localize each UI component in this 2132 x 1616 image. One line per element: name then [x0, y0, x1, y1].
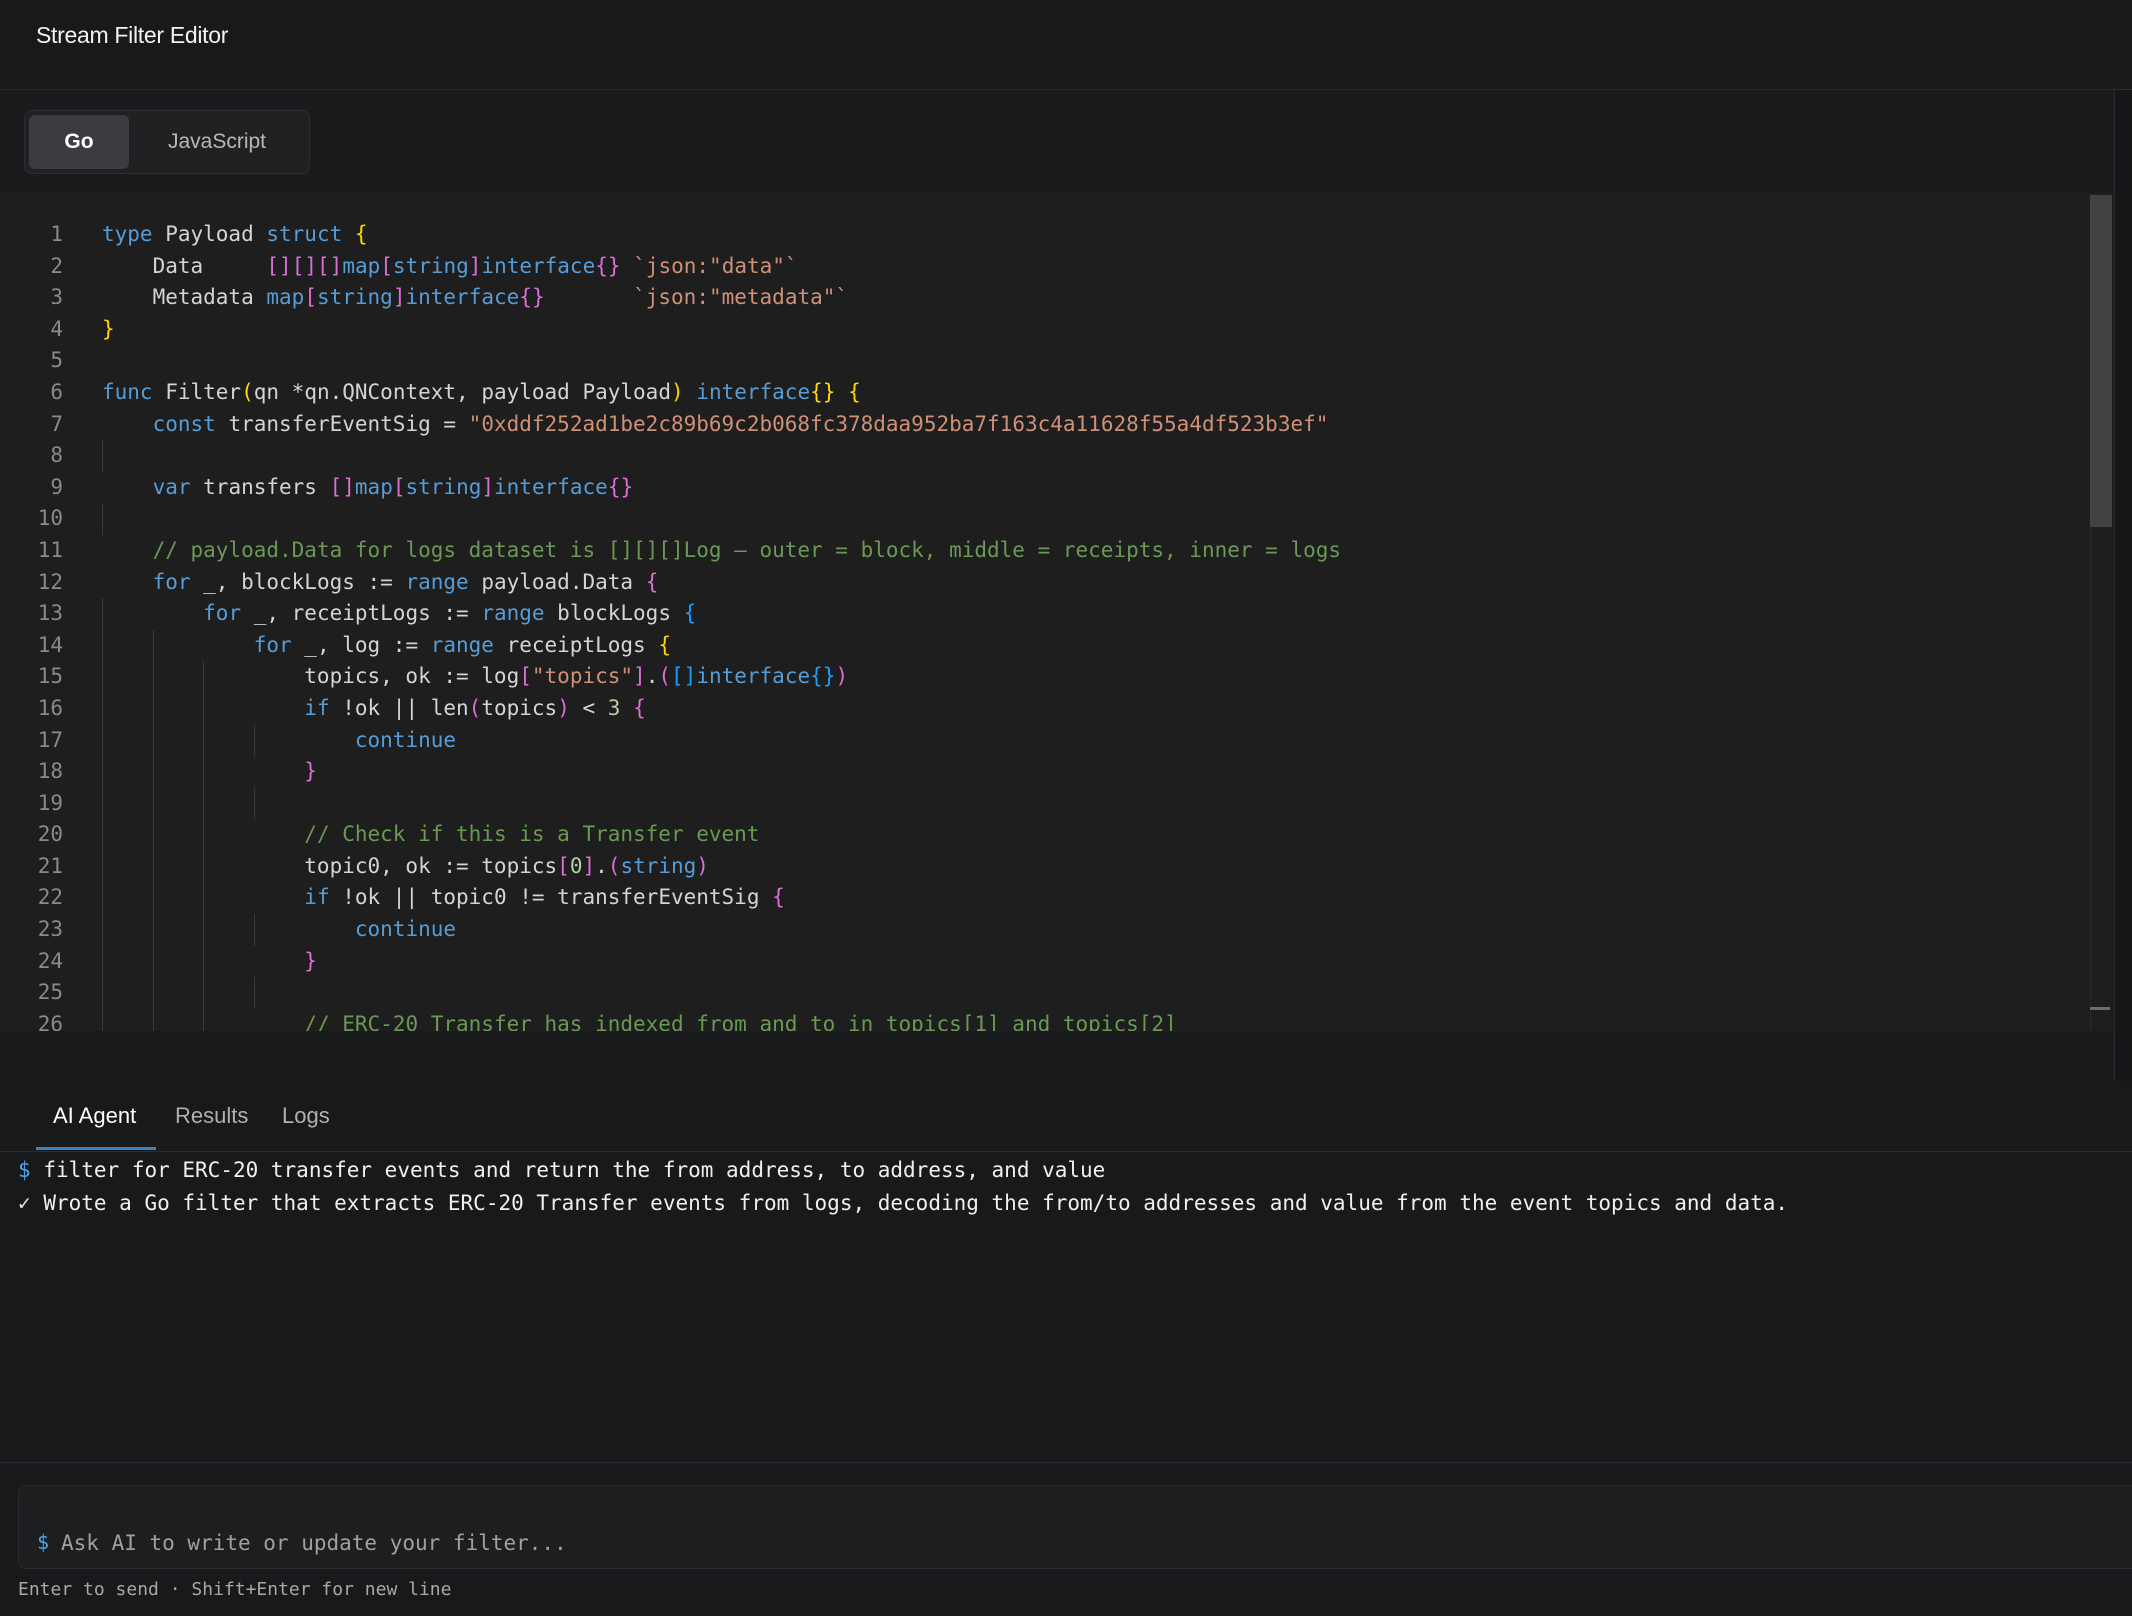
bottom-panel-tabs: AI Agent Results Logs: [0, 1081, 2132, 1152]
code-text: for _, blockLogs := range payload.Data {: [152, 569, 659, 594]
ai-input-box[interactable]: $: [18, 1485, 2132, 1569]
code-text: const transferEventSig = "0xddf252ad1be2…: [152, 411, 1329, 436]
code-text: if !ok || len(topics) < 3 {: [304, 695, 646, 720]
code-text: // payload.Data for logs dataset is [][]…: [152, 537, 1342, 562]
code-text: func Filter(qn *qn.QNContext, payload Pa…: [102, 379, 861, 404]
line-number: 24: [37, 948, 63, 973]
code-text: // Check if this is a Transfer event: [304, 822, 760, 847]
line-number: 20: [37, 822, 63, 847]
code-text: for _, log := range receiptLogs {: [253, 632, 671, 657]
code-text: continue: [354, 917, 457, 942]
app-title: Stream Filter Editor: [36, 22, 229, 48]
line-number: 10: [37, 506, 63, 531]
line-number: 3: [50, 285, 63, 310]
editor-footer-gap: [0, 1031, 2114, 1081]
code-text: Metadata map[string]interface{} `json:"m…: [102, 285, 849, 310]
line-number: 11: [37, 537, 63, 562]
line-number: 23: [37, 917, 63, 942]
line-number: 12: [37, 569, 63, 594]
ai-prompt-input[interactable]: [59, 1524, 2103, 1562]
line-number: 8: [50, 443, 63, 468]
editor-scrollbar-marker: [2090, 1007, 2110, 1010]
tab-logs[interactable]: Logs: [282, 1103, 330, 1129]
tab-results[interactable]: Results: [175, 1103, 248, 1129]
indent-guide: [102, 440, 103, 472]
indent-guide: [102, 503, 103, 535]
indent-guide: [253, 977, 255, 1009]
line-number: 4: [50, 316, 63, 341]
code-text: topic0, ok := topics[0].(string): [102, 853, 709, 878]
line-number: 17: [37, 727, 63, 752]
indent-guide: [203, 787, 205, 820]
code-text: topics, ok := log["topics"].([]interface…: [102, 664, 849, 689]
line-number: 22: [37, 885, 63, 910]
indent-guide: [102, 977, 103, 1009]
active-tab-underline: [36, 1147, 156, 1150]
line-number: 2: [50, 253, 63, 278]
code-text: if !ok || topic0 != transferEventSig {: [304, 885, 785, 910]
language-toggle: Go JavaScript: [24, 110, 310, 174]
input-prompt-symbol: $: [37, 1530, 50, 1554]
language-bar: Go JavaScript: [0, 90, 2114, 193]
line-number: 15: [37, 664, 63, 689]
line-number: 19: [37, 790, 63, 815]
terminal-response-line: ✓ Wrote a Go filter that extracts ERC-20…: [18, 1191, 1788, 1215]
code-text: }: [102, 316, 115, 341]
indent-guide: [253, 787, 255, 820]
line-number: 5: [50, 348, 63, 373]
user-command: filter for ERC-20 transfer events and re…: [43, 1158, 1106, 1182]
terminal-command-line: $ filter for ERC-20 transfer events and …: [18, 1158, 1105, 1182]
code-text: var transfers []map[string]interface{}: [152, 474, 634, 499]
line-number: 18: [37, 759, 63, 784]
line-number: 21: [37, 853, 63, 878]
indent-guide: [102, 787, 103, 820]
line-number: 26: [37, 1011, 63, 1031]
code-editor[interactable]: 1 type Payload struct { 2 Data [][][]map[s…: [0, 193, 2114, 1031]
language-javascript-button[interactable]: JavaScript: [137, 115, 297, 169]
agent-response: Wrote a Go filter that extracts ERC-20 T…: [43, 1191, 1789, 1215]
agent-terminal: $ filter for ERC-20 transfer events and …: [0, 1152, 2132, 1462]
indent-guide: [203, 977, 205, 1009]
code-text: for _, receiptLogs := range blockLogs {: [203, 601, 697, 626]
tab-ai-agent[interactable]: AI Agent: [53, 1103, 136, 1129]
line-number: 25: [37, 980, 63, 1005]
line-number: 9: [50, 474, 63, 499]
prompt-symbol: $: [18, 1158, 31, 1182]
indent-guide: [152, 787, 154, 820]
code-text: type Payload struct {: [102, 222, 368, 246]
language-go-button[interactable]: Go: [29, 115, 129, 169]
line-number: 1: [50, 222, 63, 246]
indent-guide: [152, 977, 154, 1009]
code-text: Data [][][]map[string]interface{} `json:…: [102, 253, 798, 278]
code-text: continue: [354, 727, 457, 752]
editor-scrollbar-thumb[interactable]: [2090, 195, 2112, 527]
editor-right-gutter: [2114, 90, 2132, 1081]
code-text: }: [304, 759, 317, 784]
check-icon: ✓: [18, 1191, 31, 1215]
code-text: // ERC-20 Transfer has indexed from and …: [304, 1011, 1177, 1031]
app-header: Stream Filter Editor: [0, 0, 2132, 90]
input-hint: Enter to send · Shift+Enter for new line: [18, 1579, 452, 1600]
code-text: }: [304, 948, 317, 973]
line-number: 6: [50, 379, 63, 404]
line-number: 13: [37, 601, 63, 626]
line-number: 14: [37, 632, 63, 657]
ai-input-area: $ Enter to send · Shift+Enter for new li…: [0, 1462, 2132, 1616]
line-number: 16: [37, 695, 63, 720]
line-number: 7: [50, 411, 63, 436]
